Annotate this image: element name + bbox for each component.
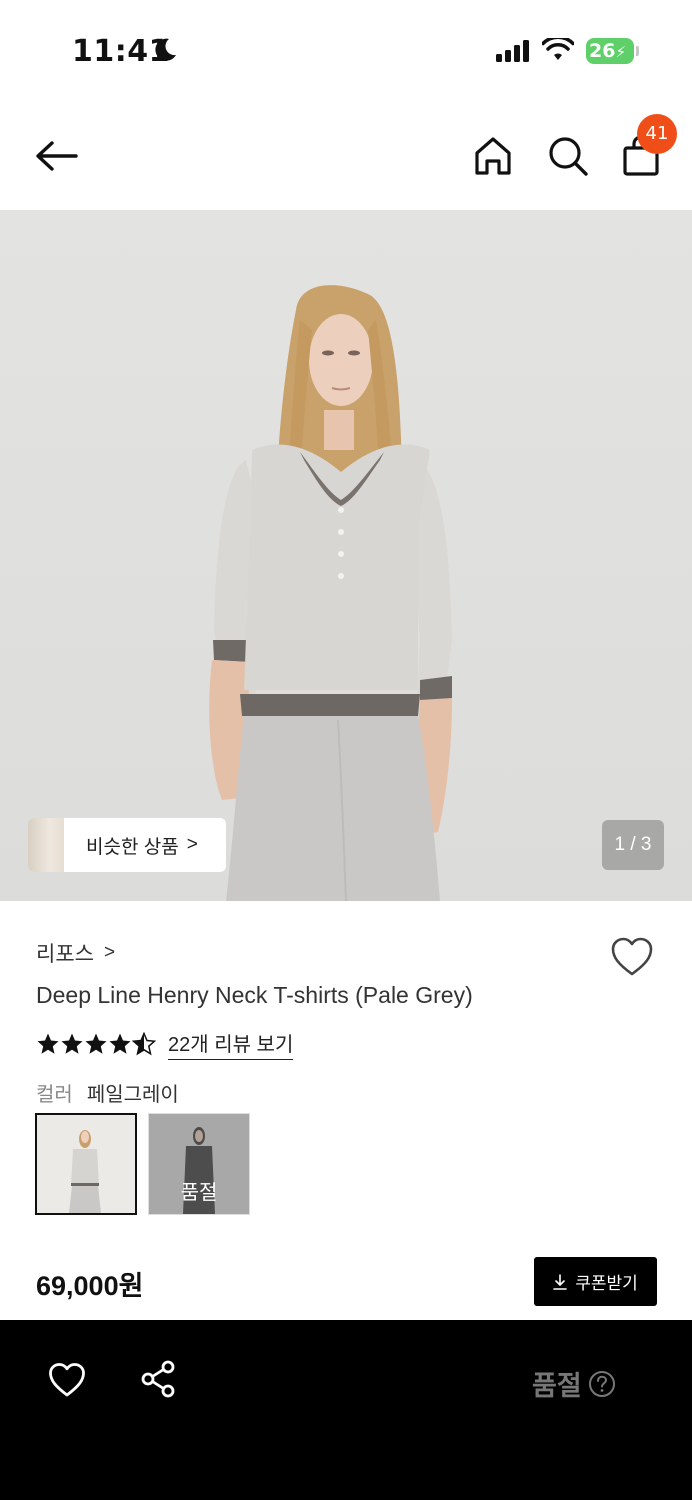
brand-name: 리포스 (36, 943, 94, 966)
star-half-icon (132, 1032, 156, 1056)
coupon-label: 쿠폰받기 (575, 1274, 638, 1293)
image-page-indicator: 1 / 3 (602, 820, 664, 870)
color-value: 페일그레이 (86, 1084, 179, 1106)
chevron-right-icon: > (186, 834, 198, 855)
rating-row: 22개 리뷰 보기 (36, 1028, 294, 1060)
similar-product-thumbnail (28, 818, 64, 872)
product-title: Deep Line Henry Neck T-shirts (Pale Grey… (36, 982, 473, 1008)
model-photo (209, 285, 452, 901)
heart-icon[interactable] (48, 1362, 86, 1398)
star-rating (36, 1032, 156, 1056)
back-arrow-icon[interactable] (32, 136, 80, 176)
battery-icon: 26⚡ (586, 38, 634, 64)
color-row: 컬러 페일그레이 (36, 1078, 179, 1107)
color-swatch-pale-grey[interactable] (35, 1113, 137, 1215)
swatch-photo (37, 1115, 135, 1213)
soldout-status-label: 품절 (532, 1371, 582, 1401)
soldout-status: 품절 (532, 1364, 616, 1403)
search-icon[interactable] (546, 134, 590, 178)
battery-level: 26 (589, 40, 616, 62)
product-image-carousel[interactable]: 비슷한 상품 > 1 / 3 (0, 210, 692, 901)
signal-icon (496, 40, 529, 62)
cart-count-badge: 41 (637, 114, 677, 154)
bottom-action-bar: 품절 (0, 1320, 692, 1500)
reviews-link[interactable]: 22개 리뷰 보기 (168, 1028, 294, 1060)
similar-products-label: 비슷한 상품 (86, 836, 179, 858)
wifi-icon (542, 38, 574, 60)
color-label: 컬러 (36, 1084, 73, 1106)
moon-icon (155, 38, 176, 61)
status-bar: 11:41 26⚡ (0, 0, 692, 100)
brand-link[interactable]: 리포스 > (36, 938, 115, 968)
product-price: 69,000원 (36, 1271, 144, 1301)
star-full-icon (61, 1033, 83, 1054)
similar-products-button[interactable]: 비슷한 상품 > (28, 818, 226, 872)
heart-icon[interactable] (610, 936, 654, 978)
star-full-icon (85, 1033, 107, 1054)
star-full-icon (109, 1033, 131, 1054)
top-nav (0, 100, 692, 210)
download-coupon-button[interactable]: 쿠폰받기 (534, 1257, 657, 1306)
help-icon[interactable] (588, 1370, 616, 1398)
star-full-icon (37, 1033, 59, 1054)
chevron-right-icon: > (103, 942, 116, 963)
battery-tip (636, 46, 639, 56)
color-swatch-charcoal[interactable]: 품절 (148, 1113, 250, 1215)
home-icon[interactable] (472, 134, 514, 178)
download-icon (553, 1273, 568, 1290)
soldout-label: 품절 (180, 1182, 218, 1204)
share-icon[interactable] (140, 1360, 176, 1398)
